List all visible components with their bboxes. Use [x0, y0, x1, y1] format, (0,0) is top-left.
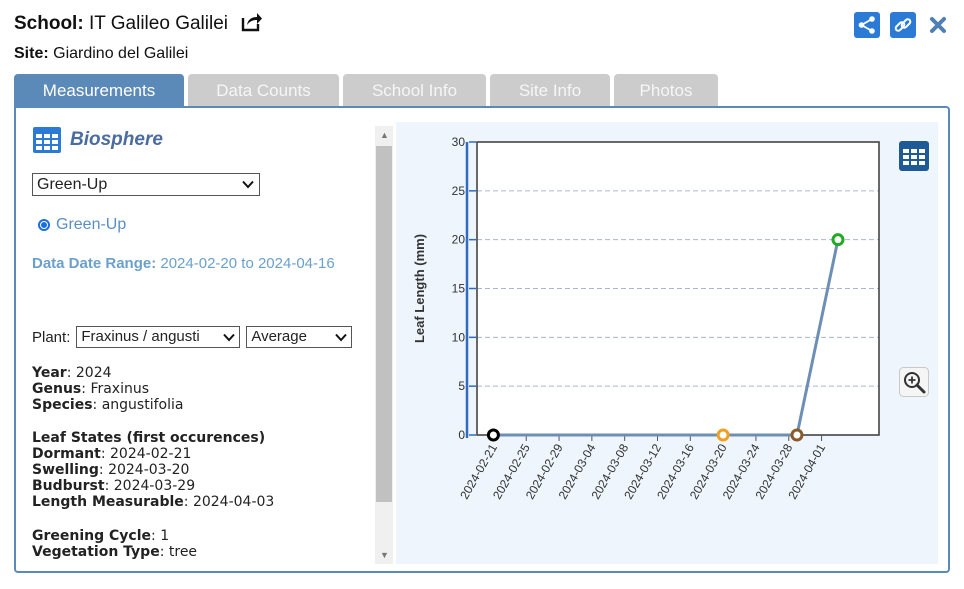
tab-measurements[interactable]: Measurements [14, 74, 184, 106]
greening-cycle-value: 1 [160, 528, 170, 544]
chart-container: 0 5 10 15 20 25 30 2024-02-21 2024-02-25 2024-02-… [396, 122, 938, 564]
protocol-title-text: Biosphere [70, 129, 163, 150]
protocol-select-value: Green-Up [37, 176, 108, 193]
swelling-value: 2024-03-20 [108, 462, 190, 478]
external-share-icon[interactable] [241, 12, 263, 38]
radio-label: Green-Up [56, 216, 127, 233]
top-icons [854, 12, 950, 38]
y-tick-label: 10 [452, 330, 466, 344]
y-tick-label: 0 [458, 428, 465, 442]
y-tick-label: 30 [452, 135, 466, 149]
leaf-states: Leaf States (first occurences) Dormant: … [32, 430, 275, 510]
scroll-up-icon[interactable]: ▲ [380, 130, 389, 140]
close-icon[interactable] [926, 13, 950, 37]
data-point [486, 428, 500, 442]
date-range-label: Data Date Range: [32, 255, 157, 272]
species-label: Species [32, 397, 93, 413]
vegetation-type-value: tree [168, 544, 198, 560]
species-value: angustifolia [101, 397, 184, 413]
greening-cycle-label: Greening Cycle [32, 528, 152, 544]
plant-select-value: Fraxinus / angusti [81, 328, 200, 345]
chevron-down-icon [223, 333, 236, 342]
leaf-states-heading: Leaf States (first occurences) [32, 430, 266, 446]
genus-value: Fraxinus [90, 381, 150, 397]
data-point [716, 428, 730, 442]
leaf-length-chart: 0510152025302024-02-212024-02-252024-02-… [412, 135, 880, 502]
protocol-select[interactable]: Green-Up [32, 173, 260, 196]
tab-school-info[interactable]: School Info [343, 74, 486, 106]
table-view-icon[interactable] [898, 140, 930, 177]
tab-data-counts[interactable]: Data Counts [188, 74, 339, 106]
data-point [831, 233, 845, 247]
table-icon [33, 127, 61, 153]
scroll-down-icon[interactable]: ▼ [380, 550, 389, 560]
vegetation-type-label: Vegetation Type [32, 544, 160, 560]
year-label: Year [32, 365, 67, 381]
measurements-panel: Biosphere Green-Up Green-Up Data Date Ra… [14, 106, 950, 573]
year-value: 2024 [75, 365, 112, 381]
tab-bar: Measurements Data Counts School Info Sit… [14, 74, 718, 106]
protocol-title: Biosphere [32, 126, 163, 154]
dormant-value: 2024-02-21 [110, 446, 192, 462]
dormant-label: Dormant [32, 446, 101, 462]
y-tick-label: 15 [452, 282, 466, 296]
scroll-thumb[interactable] [376, 146, 392, 502]
plant-details: Year: 2024 Genus: Fraxinus Species: angu… [32, 365, 184, 413]
budburst-label: Budburst [32, 478, 105, 494]
swelling-label: Swelling [32, 462, 99, 478]
plant-row: Plant: Fraxinus / angusti Average [32, 326, 353, 348]
date-range-value: 2024-02-20 to 2024-04-16 [160, 255, 335, 272]
share-icon[interactable] [854, 12, 880, 38]
school-label: School: [14, 13, 84, 34]
info-scrollbar[interactable]: ▲ ▼ [375, 126, 393, 564]
y-tick-label: 20 [452, 233, 466, 247]
link-icon[interactable] [890, 12, 916, 38]
chevron-down-icon [335, 333, 348, 342]
chevron-down-icon [242, 180, 254, 189]
y-tick-label: 5 [458, 379, 465, 393]
stat-select-value: Average [251, 328, 307, 345]
stat-select[interactable]: Average [246, 326, 353, 348]
zoom-icon[interactable] [899, 367, 929, 402]
y-tick-label: 25 [452, 184, 466, 198]
cycle-details: Greening Cycle: 1 Vegetation Type: tree [32, 528, 198, 560]
site-name: Giardino del Galilei [53, 45, 189, 62]
tab-photos[interactable]: Photos [614, 74, 718, 106]
site-label: Site: [14, 45, 49, 62]
plant-label: Plant: [32, 328, 71, 346]
site-heading: Site: Giardino del Galilei [14, 45, 188, 63]
budburst-value: 2024-03-29 [113, 478, 196, 494]
length-measurable-value: 2024-04-03 [192, 494, 275, 510]
tab-site-info[interactable]: Site Info [490, 74, 610, 106]
plant-select[interactable]: Fraxinus / angusti [76, 326, 241, 348]
info-column: Biosphere Green-Up Green-Up Data Date Ra… [16, 108, 374, 571]
y-axis-title: Leaf Length (mm) [412, 234, 427, 343]
radio-button[interactable] [38, 219, 50, 231]
length-measurable-label: Length Measurable [32, 494, 184, 510]
radio-green-up[interactable]: Green-Up [38, 216, 126, 234]
date-range: Data Date Range: 2024-02-20 to 2024-04-1… [32, 251, 372, 276]
genus-label: Genus [32, 381, 82, 397]
data-point [790, 428, 804, 442]
school-heading: School: IT Galileo Galilei [14, 12, 263, 38]
school-name: IT Galileo Galilei [88, 13, 228, 34]
